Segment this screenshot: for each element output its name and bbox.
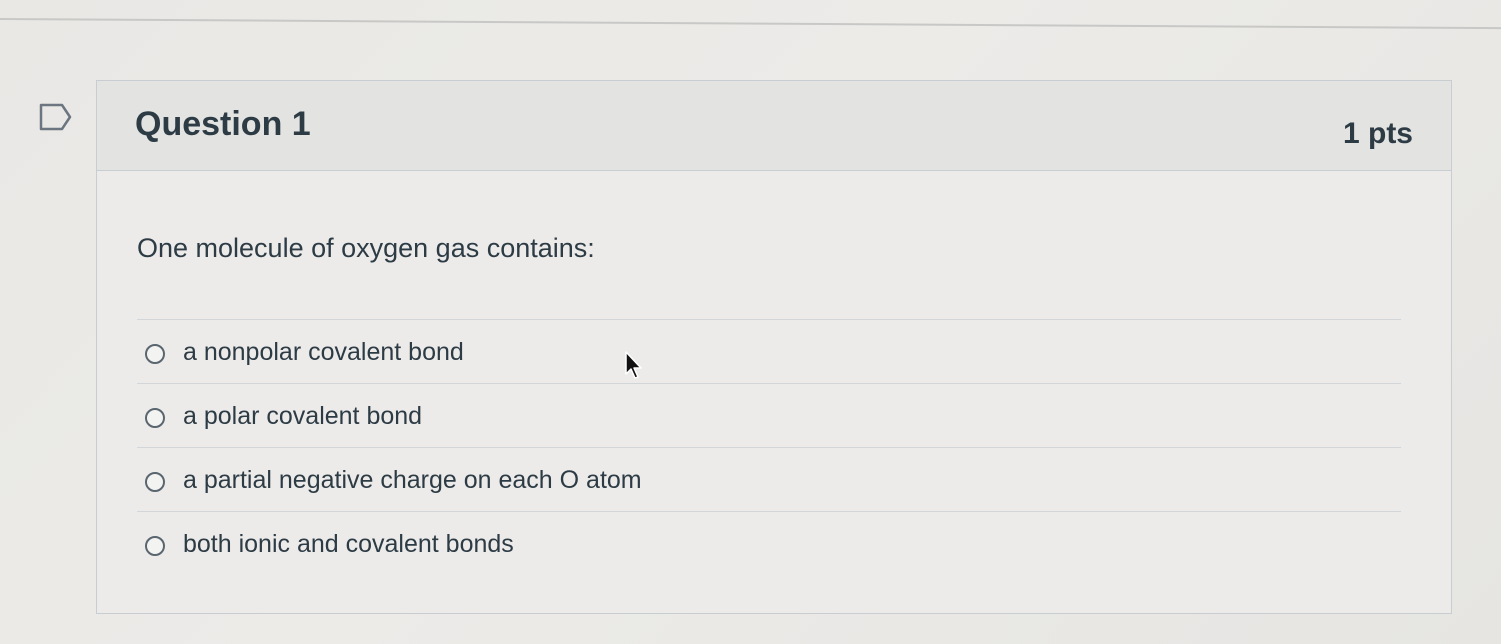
radio-button-icon[interactable] <box>145 344 165 364</box>
question-title: Question 1 <box>135 105 311 143</box>
radio-button-icon[interactable] <box>145 472 165 492</box>
flag-question-icon[interactable] <box>38 101 74 133</box>
answer-option-1[interactable]: a nonpolar covalent bond <box>137 319 1401 383</box>
answer-label[interactable]: a nonpolar covalent bond <box>183 338 464 367</box>
question-card: Question 1 1 pts One molecule of oxygen … <box>96 80 1452 614</box>
answer-option-2[interactable]: a polar covalent bond <box>137 383 1401 447</box>
mouse-pointer-icon <box>625 351 642 379</box>
radio-button-icon[interactable] <box>145 408 165 428</box>
radio-button-icon[interactable] <box>145 536 165 556</box>
answer-option-3[interactable]: a partial negative charge on each O atom <box>137 447 1401 511</box>
question-header: Question 1 1 pts <box>97 81 1451 171</box>
question-points: 1 pts <box>1342 117 1413 150</box>
answer-label[interactable]: a partial negative charge on each O atom <box>183 466 642 495</box>
answer-label[interactable]: a polar covalent bond <box>183 402 422 431</box>
answer-label[interactable]: both ionic and covalent bonds <box>183 530 514 559</box>
answer-option-4[interactable]: both ionic and covalent bonds <box>137 511 1401 575</box>
question-prompt: One molecule of oxygen gas contains: <box>137 233 595 263</box>
answer-list: a nonpolar covalent bond a polar covalen… <box>137 319 1401 575</box>
top-divider <box>0 18 1501 30</box>
